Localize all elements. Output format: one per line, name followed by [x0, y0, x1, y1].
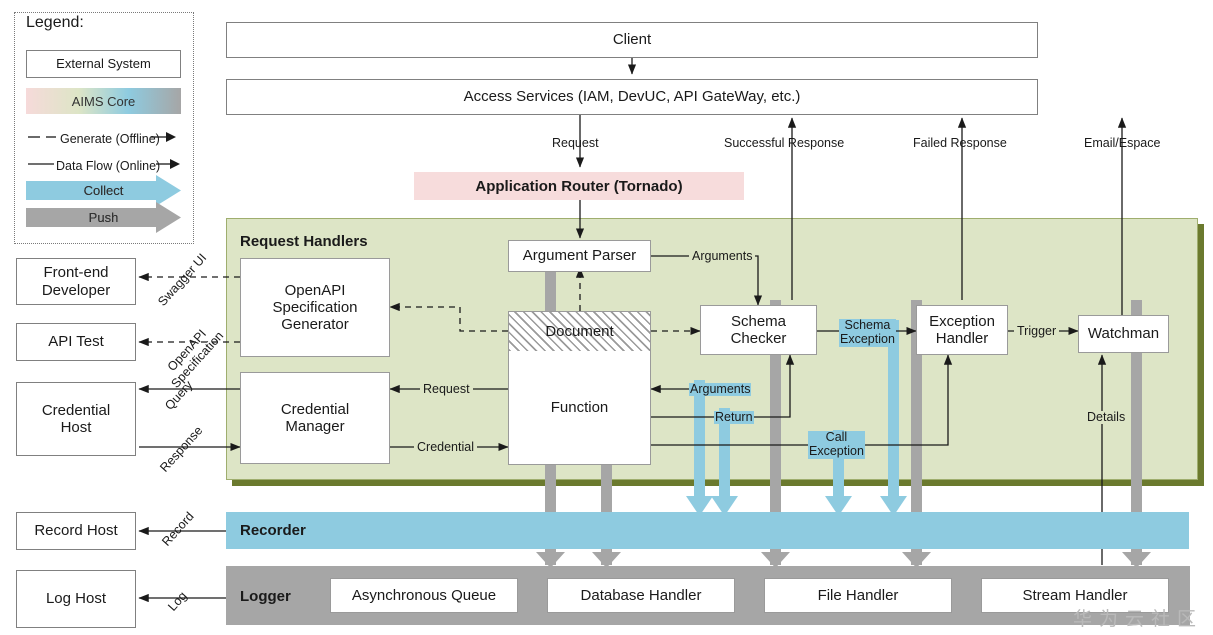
access-services-label: Access Services (IAM, DevUC, API GateWay… — [463, 88, 801, 106]
call-exception-label: Call Exception — [808, 430, 865, 459]
response-edge-label: Response — [157, 423, 206, 475]
legend-dataflow-label: Data Flow (Online) — [56, 159, 161, 173]
details-edge-label: Details — [1084, 411, 1129, 424]
application-router-box: Application Router (Tornado) — [414, 172, 744, 200]
exception-handler-label: Exception Handler — [929, 312, 995, 347]
recorder-bar — [226, 512, 1189, 549]
arguments-top-label: Arguments — [689, 250, 756, 263]
file-handler-label: File Handler — [817, 586, 899, 604]
schema-checker-box: Schema Checker — [700, 305, 817, 355]
api-test-label: API Test — [48, 333, 104, 351]
legend-push-label: Push — [88, 210, 119, 225]
exception-handler-box: Exception Handler — [916, 305, 1008, 355]
credential-manager-label: Credential Manager — [280, 400, 350, 435]
return-edge-label: Return — [714, 410, 754, 424]
record-host-label: Record Host — [34, 522, 118, 540]
query-edge-label: Query — [162, 378, 196, 413]
legend-title: Legend: — [22, 14, 88, 32]
schema-exception-label: Schema Exception — [839, 318, 896, 347]
credential-edge-label: Credential — [414, 441, 477, 454]
document-label: Document — [545, 323, 614, 340]
asynchronous-queue-box: Asynchronous Queue — [330, 578, 518, 613]
credential-host-label: Credential Host — [41, 401, 111, 436]
application-router-label: Application Router (Tornado) — [475, 177, 683, 195]
legend-generate-label: Generate (Offline) — [60, 132, 160, 146]
request-handlers-title: Request Handlers — [240, 233, 368, 250]
database-handler-box: Database Handler — [547, 578, 735, 613]
file-handler-box: File Handler — [764, 578, 952, 613]
watchman-label: Watchman — [1087, 325, 1160, 343]
swagger-ui-edge-label: Swagger UI — [155, 250, 210, 309]
logger-title: Logger — [240, 588, 291, 605]
argument-parser-label: Argument Parser — [522, 247, 637, 265]
successful-response-flow-label: Successful Response — [724, 136, 845, 150]
function-label: Function — [550, 398, 609, 416]
stream-handler-label: Stream Handler — [1022, 586, 1128, 604]
recorder-title: Recorder — [240, 522, 306, 539]
log-edge-label: Log — [165, 588, 190, 614]
schema-checker-label: Schema Checker — [730, 312, 787, 347]
legend-aims-core-label: AIMS Core — [71, 93, 136, 109]
client-box: Client — [226, 22, 1038, 58]
credential-host-box: Credential Host — [16, 382, 136, 456]
log-host-label: Log Host — [45, 590, 107, 608]
request-flow-label: Request — [552, 136, 599, 150]
asynchronous-queue-label: Asynchronous Queue — [351, 586, 497, 604]
legend-collect-label: Collect — [83, 183, 124, 198]
request-edge-label: Request — [420, 383, 473, 396]
frontend-developer-label: Front-end Developer — [41, 264, 111, 299]
openapi-specification-generator-label: OpenAPI Specification Generator — [272, 281, 358, 334]
frontend-developer-box: Front-end Developer — [16, 258, 136, 305]
email-espace-flow-label: Email/Espace — [1084, 136, 1161, 150]
legend-external-system-swatch: External System — [26, 50, 181, 78]
failed-response-flow-label: Failed Response — [913, 136, 1007, 150]
record-host-box: Record Host — [16, 512, 136, 550]
argument-parser-box: Argument Parser — [508, 240, 651, 272]
openapi-specification-edge-label: OpenAPI Specification — [164, 326, 227, 391]
legend-aims-core-swatch: AIMS Core — [26, 88, 181, 114]
api-test-box: API Test — [16, 323, 136, 361]
openapi-specification-generator-box: OpenAPI Specification Generator — [240, 258, 390, 357]
log-host-box: Log Host — [16, 570, 136, 628]
legend-external-system-label: External System — [56, 55, 151, 71]
document-box: Document — [508, 311, 651, 351]
record-edge-label: Record — [159, 509, 197, 549]
client-label: Client — [612, 31, 652, 49]
credential-manager-box: Credential Manager — [240, 372, 390, 464]
access-services-box: Access Services (IAM, DevUC, API GateWay… — [226, 79, 1038, 115]
architecture-diagram: Legend: External System AIMS Core Genera… — [0, 0, 1213, 635]
database-handler-label: Database Handler — [580, 586, 702, 604]
trigger-edge-label: Trigger — [1014, 325, 1060, 338]
watchman-box: Watchman — [1078, 315, 1169, 353]
watermark: 华为云社区 — [1072, 608, 1203, 630]
arguments-mid-label: Arguments — [689, 382, 752, 396]
